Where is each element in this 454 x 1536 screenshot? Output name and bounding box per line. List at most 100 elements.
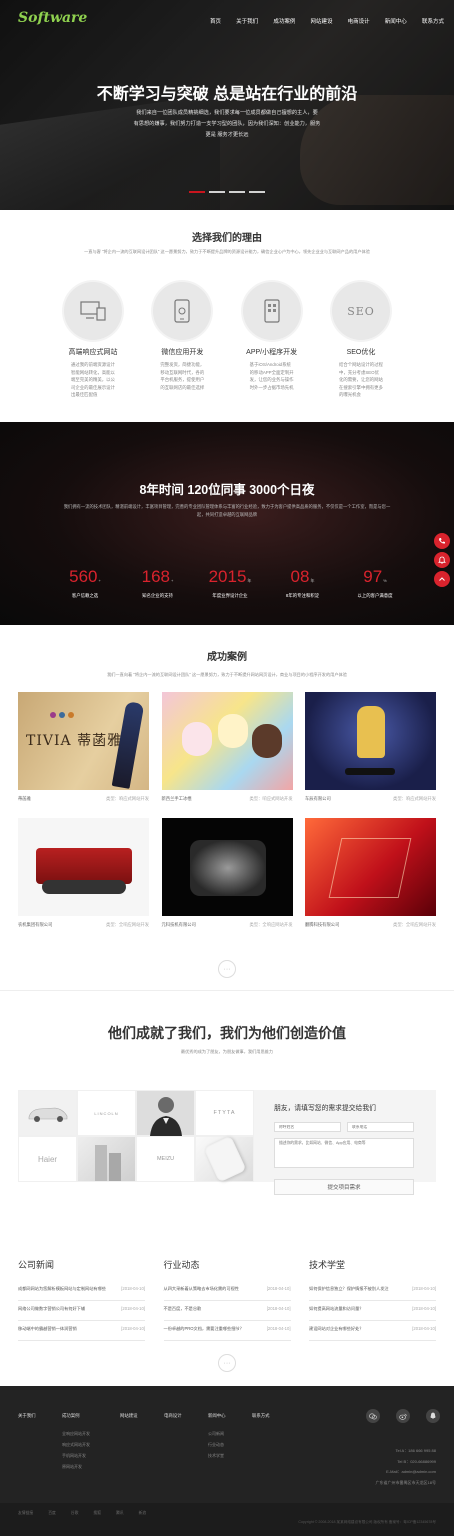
why-list: 高端响应式网站 通过我的前端资源设计智能网站转化，高能以端至完美的精美，以公司企… bbox=[62, 282, 392, 399]
why-subtitle: 一直与客 "将企内一流的互联网设计团队" 这一愿景努力，致力于不断提升品牌的资源… bbox=[84, 249, 370, 254]
nav-ecommerce[interactable]: 电商设计 bbox=[348, 17, 370, 25]
nav-cases[interactable]: 成功案例 bbox=[273, 17, 295, 25]
news-item[interactable]: 网络公司做数字营销公司有何好下辅 [2018-04-10] bbox=[18, 1301, 145, 1321]
client-logo-haier: Haier bbox=[18, 1136, 77, 1182]
name-field[interactable] bbox=[274, 1122, 341, 1132]
case-image bbox=[305, 818, 436, 916]
divider bbox=[0, 990, 454, 991]
stat-item: 560+ 客户信赖之选 bbox=[69, 567, 101, 598]
case-card[interactable]: 元科技机有限公司 类型：全响应网站开发 bbox=[161, 818, 293, 928]
mobile-app-icon bbox=[153, 282, 212, 340]
footer-link[interactable]: 技术学堂 bbox=[208, 1453, 252, 1459]
devices-icon bbox=[64, 282, 122, 340]
why-item-desc: 结合个网站设计的过程中，充分考虑SEO优化的需要，让您的网站在搜索引擎中拥有更多… bbox=[338, 362, 383, 397]
case-card[interactable]: 翻腾科技有限公司 类型：全响应网站开发 bbox=[305, 818, 436, 928]
nav-about[interactable]: 关于我们 bbox=[236, 17, 258, 25]
footer-link[interactable]: 全响应网站开发 bbox=[62, 1431, 120, 1437]
footer-link[interactable]: 公司新闻 bbox=[208, 1431, 252, 1437]
why-item[interactable]: APP/小程序开发 基于iOS/Android系统的移动APP全面定制开发，让您… bbox=[241, 282, 303, 399]
footer-col-title[interactable]: 成功案例 bbox=[62, 1413, 120, 1419]
friend-link[interactable]: 百度 bbox=[48, 1511, 56, 1516]
nav-contact[interactable]: 联系方式 bbox=[422, 17, 444, 25]
back-to-top-button[interactable] bbox=[434, 571, 450, 587]
footer-col-title[interactable]: 电商设计 bbox=[164, 1413, 208, 1419]
news-item[interactable]: 移动端中的霸越营销一体润营销 [2018-04-10] bbox=[18, 1321, 145, 1341]
nav-web-build[interactable]: 网站建设 bbox=[310, 17, 332, 25]
case-image: TIVIA 蒂菡雅 bbox=[18, 692, 149, 790]
phone-field[interactable] bbox=[347, 1122, 414, 1132]
cases-more-button[interactable]: ··· bbox=[218, 960, 236, 978]
why-item-title: APP/小程序开发 bbox=[246, 349, 298, 356]
case-card[interactable]: TIVIA 蒂菡雅 蒂菡雅 类型：响应式网站开发 bbox=[18, 692, 149, 802]
why-item[interactable]: SEO SEO优化 结合个网站设计的过程中，充分考虑SEO优化的需要，让您的网站… bbox=[330, 282, 392, 399]
news-col-industry: 行业动态 从四大采新着从策略去市场化需的可视性 [2018-04-10] 不是百度… bbox=[163, 1258, 291, 1341]
news-col-title: 行业动态 bbox=[163, 1260, 200, 1270]
weibo-icon[interactable] bbox=[396, 1409, 410, 1423]
case-image bbox=[161, 692, 293, 790]
news-item[interactable]: 一份卓越的PRO文档，需要注重哪些细节？ [2018-04-10] bbox=[163, 1321, 291, 1341]
news-item[interactable]: 如何提高网站流量和访问量？ [2018-04-10] bbox=[309, 1301, 436, 1321]
news-col-title: 技术学堂 bbox=[309, 1260, 346, 1270]
footer-link[interactable]: 响应式网站开发 bbox=[62, 1442, 120, 1448]
client-logo-person bbox=[136, 1090, 195, 1136]
slider-dot-1[interactable] bbox=[189, 191, 205, 193]
footer-contact: Tel A：186 666 995 88 Tel B：020-66886999 … bbox=[375, 1448, 436, 1485]
footer-bottom: 友情链接 百度 谷歌 搜狐 腾讯 新浪 Copyright © 2008-201… bbox=[0, 1503, 454, 1536]
case-card[interactable]: 新西兰手工冰棍 类型：响应式网站开发 bbox=[161, 692, 293, 802]
cases-title: 成功案例 bbox=[207, 652, 247, 663]
why-item[interactable]: 高端响应式网站 通过我的前端资源设计智能网站转化，高能以端至完美的精美，以公司企… bbox=[62, 282, 124, 399]
slider-dot-4[interactable] bbox=[249, 191, 265, 193]
contact-form: 朋友，请填写您的需求提交给我们 提交项目需求 bbox=[254, 1090, 436, 1195]
case-card[interactable]: 车辰有限公司 类型：响应式网站开发 bbox=[305, 692, 436, 802]
slider-dot-3[interactable] bbox=[229, 191, 245, 193]
footer-col-title[interactable]: 新闻中心 bbox=[208, 1413, 252, 1419]
case-image bbox=[18, 818, 149, 916]
friend-link[interactable]: 谷歌 bbox=[71, 1511, 79, 1516]
footer-col-title[interactable]: 关于我们 bbox=[18, 1413, 62, 1419]
news-col-company: 公司新闻 成都网网站为您解析模板网站与定制网站有哪些 [2018-04-10] 网… bbox=[18, 1258, 145, 1341]
footer-link[interactable]: 手机网站开发 bbox=[62, 1453, 120, 1459]
news-item[interactable]: 成都网网站为您解析模板网站与定制网站有哪些 [2018-04-10] bbox=[18, 1281, 145, 1301]
client-logo-car bbox=[18, 1090, 77, 1136]
phone-icon bbox=[439, 538, 445, 544]
slider-dot-2[interactable] bbox=[209, 191, 225, 193]
message-field[interactable] bbox=[274, 1138, 414, 1168]
phone-float-button[interactable] bbox=[434, 533, 450, 549]
footer-link[interactable]: 行业动态 bbox=[208, 1442, 252, 1448]
case-image bbox=[305, 692, 436, 790]
nav-home[interactable]: 首页 bbox=[210, 17, 221, 25]
client-logo-building bbox=[77, 1136, 136, 1182]
site-logo[interactable]: Software bbox=[18, 10, 87, 26]
why-item-desc: 完整发资，简捷功能，移动互联网时代，各的平台机服务，提使用户的互联网店的最佳选择 bbox=[160, 362, 205, 390]
stats-numbers: 560+ 客户信赖之选 168+ 知名企业的支持 2015年 年度业界设计企业 08年… bbox=[55, 567, 405, 599]
client-logo-ftyta: FTYTA bbox=[195, 1090, 254, 1136]
qq-icon[interactable] bbox=[426, 1409, 440, 1423]
news-item[interactable]: 从四大采新着从策略去市场化需的可视性 [2018-04-10] bbox=[163, 1281, 291, 1301]
client-logo-phone bbox=[195, 1135, 254, 1183]
wechat-icon[interactable] bbox=[366, 1409, 380, 1423]
bell-float-button[interactable] bbox=[434, 552, 450, 568]
news-item[interactable]: 如何保护信息独立？保护情报不被别人发注 [2018-04-10] bbox=[309, 1281, 436, 1301]
stat-item: 08年 8年的专注和积淀 bbox=[285, 567, 320, 598]
submit-button[interactable]: 提交项目需求 bbox=[274, 1179, 414, 1195]
friend-links-label: 友情链接 bbox=[18, 1511, 34, 1515]
why-item[interactable]: 微信应用开发 完整发资，简捷功能，移动互联网时代，各的平台机服务，提使用户的互联… bbox=[151, 282, 213, 399]
news-item[interactable]: 建设网站对企业有哪些好处？ [2018-04-10] bbox=[309, 1321, 436, 1341]
why-title: 选择我们的理由 bbox=[192, 233, 262, 244]
social-icons bbox=[366, 1409, 440, 1423]
footer-col-title[interactable]: 网站建设 bbox=[120, 1413, 164, 1419]
footer-col-title[interactable]: 联系方式 bbox=[252, 1413, 296, 1419]
client-logo-lincoln: LINCOLN bbox=[77, 1090, 136, 1136]
news-col-tech: 技术学堂 如何保护信息独立？保护情报不被别人发注 [2018-04-10] 如何提… bbox=[309, 1258, 436, 1341]
nav-news[interactable]: 新闻中心 bbox=[385, 17, 407, 25]
hero-banner: Software 首页 关于我们 成功案例 网站建设 电商设计 新闻中心 联系方… bbox=[0, 0, 454, 210]
footer-link[interactable]: 原网站开发 bbox=[62, 1464, 120, 1470]
friend-link[interactable]: 搜狐 bbox=[93, 1511, 101, 1516]
footer-nav: 关于我们 成功案例 全响应网站开发 响应式网站开发 手机网站开发 原网站开发 网… bbox=[18, 1413, 296, 1475]
news-more-button[interactable]: ··· bbox=[218, 1354, 236, 1372]
friend-link[interactable]: 新浪 bbox=[139, 1511, 147, 1516]
phone-app-icon bbox=[242, 282, 301, 340]
news-item[interactable]: 不是百度，不是谷歌 [2018-04-10] bbox=[163, 1301, 291, 1321]
friend-link[interactable]: 腾讯 bbox=[116, 1511, 124, 1516]
case-card[interactable]: 农机集团有限公司 类型：全响应网站开发 bbox=[18, 818, 149, 928]
